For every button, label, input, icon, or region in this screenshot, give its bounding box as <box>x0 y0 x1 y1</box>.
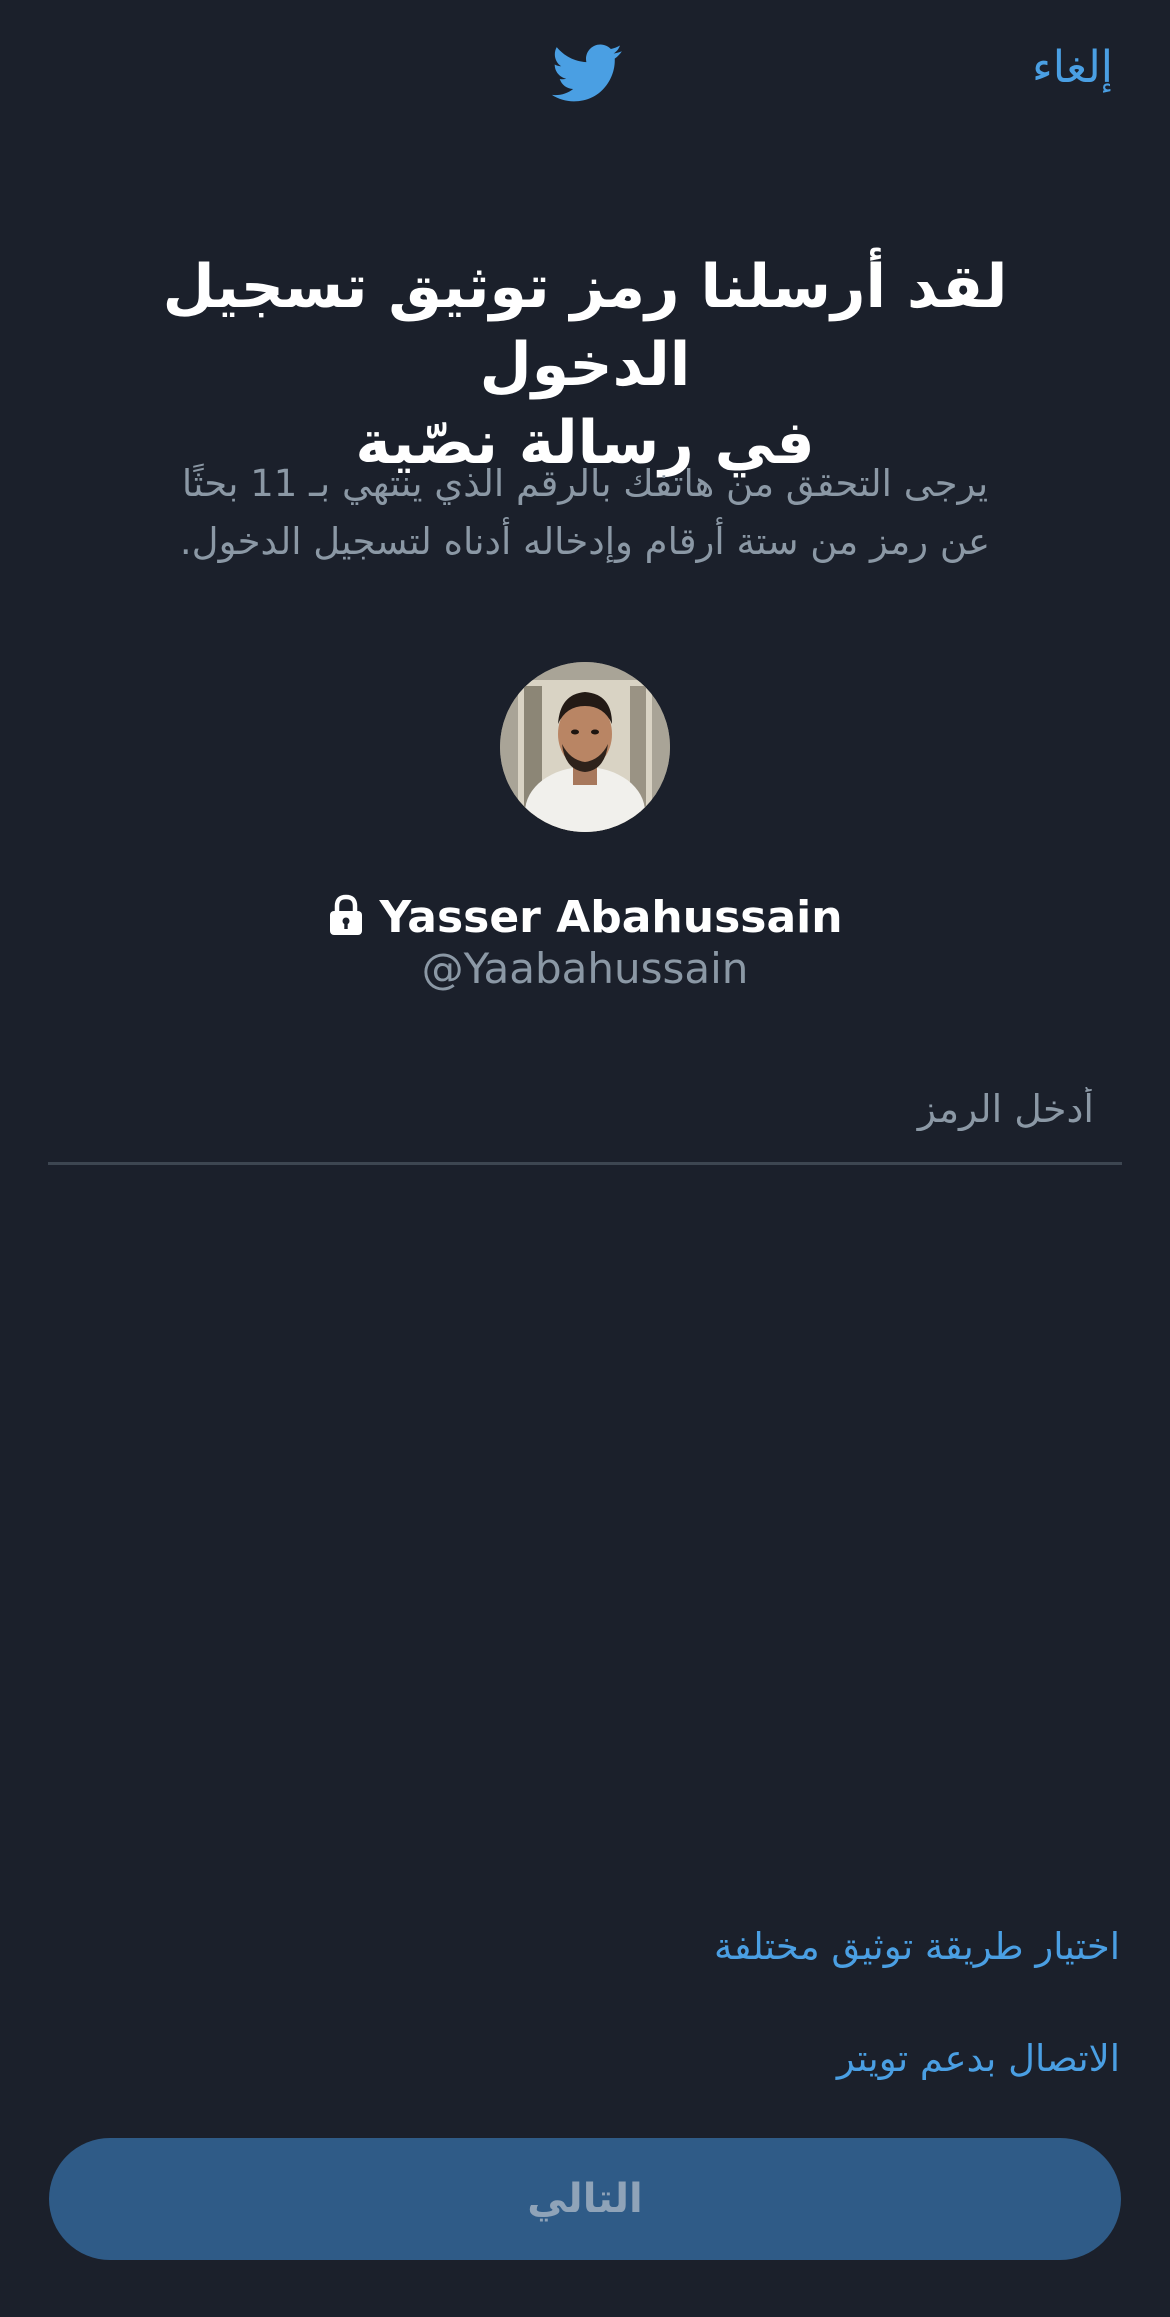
next-button[interactable]: التالي <box>49 2138 1121 2260</box>
instructions-text: يرجى التحقق من هاتفك بالرقم الذي ينتهي ب… <box>120 455 1050 571</box>
instructions-line-2: عن رمز من ستة أرقام وإدخاله أدناه لتسجيل… <box>179 520 991 563</box>
lock-icon <box>327 894 365 936</box>
instructions-line-1: يرجى التحقق من هاتفك بالرقم الذي ينتهي ب… <box>181 462 989 505</box>
contact-support-link[interactable]: الاتصال بدعم تويتر <box>837 2037 1120 2080</box>
choose-different-method-link[interactable]: اختيار طريقة توثيق مختلفة <box>714 1925 1120 1968</box>
cancel-button[interactable]: إلغاء <box>1032 42 1113 93</box>
avatar <box>500 662 670 832</box>
user-handle: @Yaabahussain <box>421 944 749 993</box>
user-display-name: Yasser Abahussain <box>379 892 843 943</box>
twitter-bird-icon <box>544 36 628 110</box>
verification-code-input[interactable] <box>48 1055 1122 1165</box>
title-line-1: لقد أرسلنا رمز توثيق تسجيل الدخول <box>162 252 1008 400</box>
user-name-row: Yasser Abahussain <box>0 890 1170 946</box>
top-bar: إلغاء <box>0 0 1170 150</box>
page-title: لقد أرسلنا رمز توثيق تسجيل الدخول في رسا… <box>60 248 1110 482</box>
